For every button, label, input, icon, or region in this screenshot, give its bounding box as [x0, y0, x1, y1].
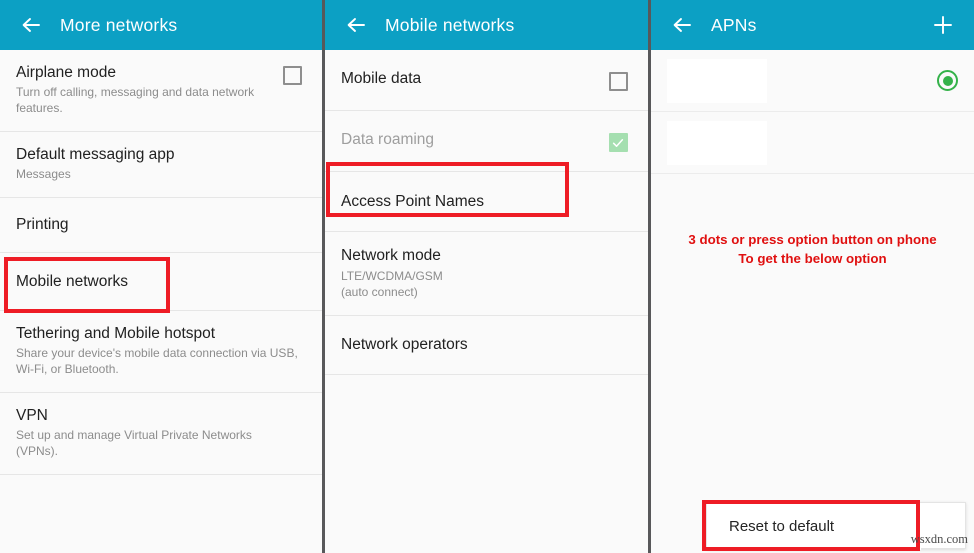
mobile-data-checkbox[interactable]: [608, 72, 628, 91]
add-apn-icon[interactable]: [930, 12, 956, 38]
back-arrow-icon[interactable]: [343, 12, 369, 38]
panel-mobile-networks: Mobile networks Mobile data Data roaming: [325, 0, 648, 553]
panel-apns: APNs 3 dots or press option button on ph…: [651, 0, 974, 553]
list-item-airplane-mode[interactable]: Airplane mode Turn off calling, messagin…: [0, 50, 322, 133]
list-item-access-point-names[interactable]: Access Point Names: [325, 172, 648, 233]
row-text: Network mode LTE/WCDMA/GSM (auto connect…: [341, 246, 632, 300]
list-item-subtitle: LTE/WCDMA/GSM (auto connect): [341, 268, 443, 299]
list-item-printing[interactable]: Printing: [0, 198, 322, 253]
apn-name-redacted: [667, 120, 767, 165]
row-text: Access Point Names: [341, 192, 632, 211]
back-arrow-icon[interactable]: [18, 12, 44, 38]
apn-list-item[interactable]: [651, 112, 974, 174]
apn-list-item[interactable]: [651, 50, 974, 112]
list-item-network-mode[interactable]: Network mode LTE/WCDMA/GSM (auto connect…: [325, 232, 648, 317]
row-text: Mobile networks: [16, 272, 306, 291]
appbar-more-networks: More networks: [0, 0, 322, 50]
appbar-title: Mobile networks: [385, 14, 515, 35]
row-accessory: [604, 69, 632, 91]
row-text: Default messaging app Messages: [16, 145, 306, 183]
list-item-mobile-data[interactable]: Mobile data: [325, 50, 648, 111]
list-item-title: Mobile data: [341, 70, 422, 87]
row-text: Mobile data: [341, 69, 594, 88]
list-item-subtitle: Turn off calling, messaging and data net…: [16, 85, 255, 116]
list-item-title: Tethering and Mobile hotspot: [16, 324, 216, 342]
menu-item-reset-to-default[interactable]: Reset to default: [707, 503, 921, 550]
row-text: Network operators: [341, 335, 632, 354]
list-item-mobile-networks[interactable]: Mobile networks: [0, 252, 322, 311]
row-text: Tethering and Mobile hotspot Share your …: [16, 324, 306, 378]
apn-radio-selected[interactable]: [937, 70, 958, 91]
site-watermark: wsxdn.com: [910, 532, 968, 546]
settings-list-more-networks: Airplane mode Turn off calling, messagin…: [0, 50, 322, 476]
panel-more-networks: More networks Airplane mode Turn off cal…: [0, 0, 322, 553]
instruction-note: 3 dots or press option button on phone T…: [688, 232, 937, 267]
row-text: Printing: [16, 215, 306, 234]
list-item-title: Network mode: [341, 247, 441, 265]
appbar-mobile-networks: Mobile networks: [325, 0, 648, 50]
list-item-subtitle: Messages: [16, 167, 71, 182]
list-item-tethering-hotspot[interactable]: Tethering and Mobile hotspot Share your …: [0, 310, 322, 394]
list-item-title: Data roaming: [341, 131, 435, 148]
row-text: VPN Set up and manage Virtual Private Ne…: [16, 406, 306, 460]
appbar-title: More networks: [60, 14, 178, 35]
list-item-vpn[interactable]: VPN Set up and manage Virtual Private Ne…: [0, 393, 322, 476]
apn-name-redacted: [667, 58, 767, 103]
row-accessory: [604, 130, 632, 152]
apn-list: [651, 50, 974, 174]
list-item-title: VPN: [16, 407, 48, 425]
list-item-subtitle: Share your device's mobile data connecti…: [16, 346, 298, 377]
airplane-mode-checkbox[interactable]: [282, 66, 302, 85]
list-item-title: Default messaging app: [16, 146, 175, 164]
list-item-title: Mobile networks: [16, 272, 128, 290]
data-roaming-checkbox: [608, 133, 628, 152]
list-item-title: Network operators: [341, 336, 468, 354]
appbar-title: APNs: [711, 14, 757, 35]
appbar-apns: APNs: [651, 0, 974, 50]
list-item-default-messaging-app[interactable]: Default messaging app Messages: [0, 132, 322, 199]
screenshot-root: More networks Airplane mode Turn off cal…: [0, 0, 974, 553]
list-item-network-operators[interactable]: Network operators: [325, 316, 648, 375]
row-text: Data roaming: [341, 130, 594, 149]
back-arrow-icon[interactable]: [669, 12, 695, 38]
list-item-subtitle: Set up and manage Virtual Private Networ…: [16, 428, 252, 459]
list-item-title: Printing: [16, 216, 69, 234]
row-accessory: [278, 63, 306, 85]
list-item-title: Access Point Names: [341, 193, 484, 210]
row-text: Airplane mode Turn off calling, messagin…: [16, 63, 268, 117]
settings-list-mobile-networks: Mobile data Data roaming Access Point Na…: [325, 50, 648, 375]
list-item-data-roaming: Data roaming: [325, 111, 648, 172]
list-item-title: Airplane mode: [16, 64, 116, 81]
